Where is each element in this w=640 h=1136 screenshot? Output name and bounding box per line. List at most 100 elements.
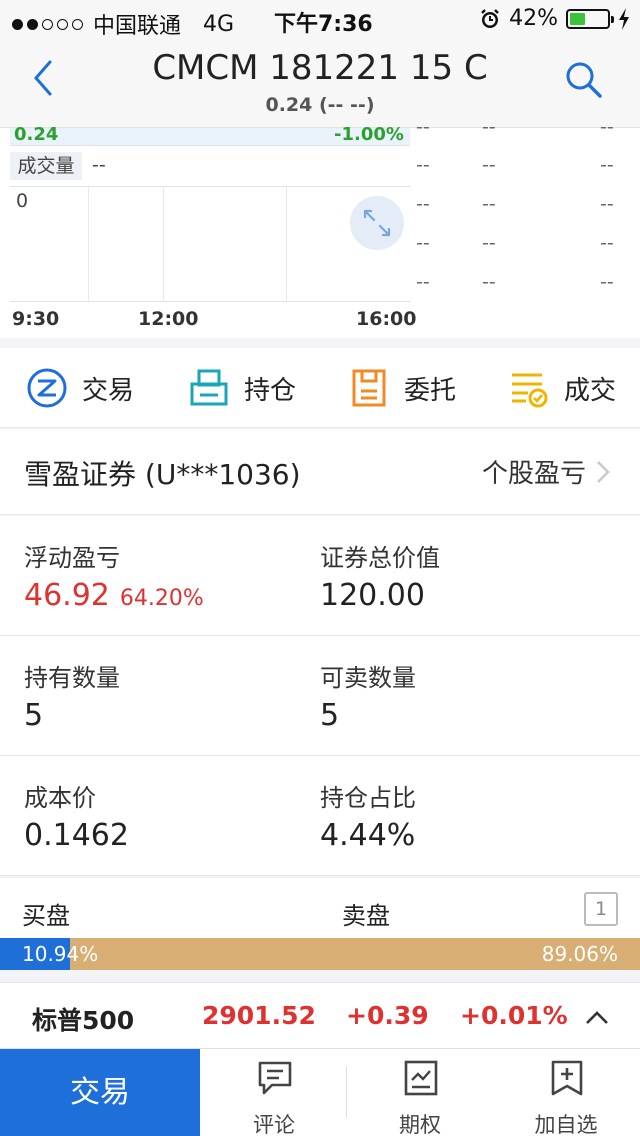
- bottom-tab-bar: 交易 评论 期权 加自选: [0, 1048, 640, 1136]
- deal-list-check-icon: [512, 373, 548, 408]
- comment-icon: [258, 1061, 292, 1095]
- side-cell: --: [416, 116, 430, 138]
- battery-percent: 42%: [509, 6, 558, 31]
- buy-sell-ratio-bar: 10.94% 89.06%: [0, 938, 640, 970]
- grid-line: [88, 186, 89, 302]
- stock-pl-link[interactable]: 个股盈亏: [482, 453, 610, 490]
- search-icon[interactable]: [564, 60, 604, 100]
- cost-label: 成本价: [24, 784, 96, 812]
- holding-qty: 5: [24, 698, 44, 733]
- side-cell: --: [416, 154, 430, 176]
- signal-dot-icon: [42, 18, 53, 30]
- tab-comment[interactable]: 评论: [214, 1049, 334, 1136]
- holding-qty-label: 持有数量: [24, 664, 120, 692]
- alarm-clock-icon: [481, 8, 499, 28]
- sellable-qty-label: 可卖数量: [320, 664, 416, 692]
- nav-header: CMCM 181221 15 C 0.24 (-- --): [0, 40, 640, 128]
- signal-dot-icon: [72, 18, 83, 30]
- volume-label: 成交量: [10, 152, 82, 180]
- floating-pl-value: 46.92: [24, 578, 110, 613]
- action-trade-label: 交易: [82, 375, 135, 406]
- side-cell: --: [482, 232, 496, 254]
- position-ratio-label: 持仓占比: [320, 784, 416, 812]
- grid-line: [286, 186, 287, 302]
- charging-bolt-icon: [619, 7, 629, 30]
- side-cell: --: [482, 193, 496, 215]
- side-cell: --: [416, 271, 430, 293]
- ticker-change-percent: +0.01%: [460, 1001, 568, 1030]
- chevron-up-icon[interactable]: [584, 1005, 610, 1031]
- action-deal-label: 成交: [564, 375, 617, 406]
- action-order-label: 委托: [404, 375, 457, 406]
- action-position-label: 持仓: [244, 375, 297, 406]
- total-value: 120.00: [320, 578, 425, 613]
- book-level-button[interactable]: 1: [584, 892, 618, 926]
- order-clipboard-icon: [352, 369, 386, 407]
- position-printer-icon: [190, 369, 228, 406]
- side-cell: --: [600, 232, 614, 254]
- floating-pl-percent: 64.20%: [119, 586, 204, 611]
- tab-options[interactable]: 期权: [360, 1049, 480, 1136]
- sellable-qty: 5: [320, 698, 340, 733]
- account-name: 雪盈证券 (U***1036): [24, 458, 301, 491]
- signal-dot-icon: [57, 18, 68, 30]
- side-cell: --: [482, 116, 496, 138]
- floating-pl-label: 浮动盈亏: [24, 544, 120, 572]
- stock-pl-label: 个股盈亏: [481, 459, 586, 489]
- add-watchlist-icon: [551, 1060, 583, 1096]
- side-cell: --: [600, 116, 614, 138]
- total-value-label: 证券总价值: [320, 544, 440, 572]
- action-deal[interactable]: 成交: [508, 348, 616, 428]
- sell-label: 卖盘: [342, 902, 390, 930]
- tab-add-watchlist[interactable]: 加自选: [506, 1049, 626, 1136]
- page-subtitle: 0.24 (-- --): [265, 94, 375, 116]
- options-chart-icon: [404, 1060, 438, 1096]
- position-ratio: 4.44%: [320, 818, 416, 853]
- time-tick-label: 12:00: [138, 308, 199, 330]
- time-tick-label: 16:00: [356, 308, 417, 330]
- signal-dot-icon: [27, 18, 38, 30]
- ticker-name: 标普500: [32, 1006, 135, 1035]
- tab-add-watchlist-label: 加自选: [534, 1113, 598, 1136]
- side-cell: --: [600, 193, 614, 215]
- cost-value: 0.1462: [24, 818, 129, 853]
- network-type: 4G: [203, 11, 235, 37]
- volume-plot-area: [10, 186, 410, 302]
- metrics-row-pl: 浮动盈亏 46.92 64.20% 证券总价值 120.00: [0, 516, 640, 636]
- buy-label: 买盘: [22, 902, 70, 930]
- grid-line: [163, 186, 164, 302]
- action-bar: 交易 持仓 委托 成交: [0, 348, 640, 428]
- action-order[interactable]: 委托: [348, 348, 456, 428]
- side-cell: --: [482, 271, 496, 293]
- chevron-right-icon: [597, 460, 610, 483]
- metrics-row-cost: 成本价 0.1462 持仓占比 4.44%: [0, 756, 640, 876]
- action-trade[interactable]: 交易: [26, 348, 134, 428]
- side-cell: --: [416, 232, 430, 254]
- expand-chart-icon[interactable]: [350, 196, 404, 250]
- action-position[interactable]: 持仓: [188, 348, 296, 428]
- side-cell: --: [482, 154, 496, 176]
- page-title: CMCM 181221 15 C: [152, 48, 488, 88]
- battery-icon: [566, 8, 614, 29]
- trade-button[interactable]: 交易: [0, 1049, 200, 1136]
- index-ticker[interactable]: 标普500 2901.52 +0.39 +0.01%: [0, 982, 640, 1048]
- ticker-change: +0.39: [346, 1001, 429, 1030]
- status-time: 下午7:36: [274, 12, 373, 37]
- chart-top-price: 0.24: [14, 124, 59, 145]
- intraday-chart: 0.24 -1.00% 成交量 -- 0 9:30 12:00 16:00 --…: [0, 116, 640, 338]
- sell-percent: 89.06%: [541, 942, 618, 966]
- battery-level: [570, 12, 586, 25]
- account-row: 雪盈证券 (U***1036) 个股盈亏: [0, 429, 640, 515]
- floating-pl-line: 46.92 64.20%: [24, 578, 204, 613]
- metrics-row-qty: 持有数量 5 可卖数量 5: [0, 636, 640, 756]
- ticker-price: 2901.52: [202, 1001, 316, 1030]
- trade-z-icon: [27, 368, 67, 408]
- tab-options-label: 期权: [399, 1113, 441, 1136]
- volume-zero-label: 0: [16, 190, 29, 212]
- time-tick-label: 9:30: [12, 308, 60, 330]
- buy-percent: 10.94%: [22, 942, 99, 966]
- order-book: 买盘 卖盘 1 10.94% 89.06%: [0, 878, 640, 970]
- tab-divider: [346, 1067, 347, 1117]
- status-bar: 中国联通 4G 下午7:36 42%: [0, 0, 640, 40]
- signal-strength: 中国联通 4G: [12, 8, 234, 40]
